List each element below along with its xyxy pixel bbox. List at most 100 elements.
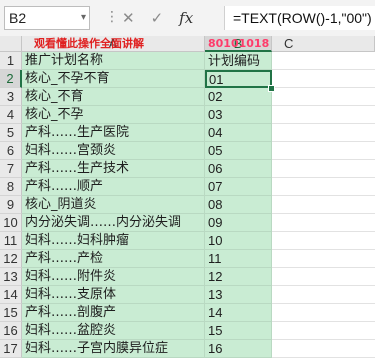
cell-b[interactable]: 13	[205, 286, 272, 304]
cell-b[interactable]: 12	[205, 268, 272, 286]
cell-a[interactable]: 内分泌失调……内分泌失调	[22, 214, 205, 232]
row-header[interactable]: 13	[0, 268, 22, 286]
row-header[interactable]: 1	[0, 52, 22, 70]
cell-c[interactable]	[272, 178, 375, 196]
cell-a[interactable]: 核心_不孕	[22, 106, 205, 124]
table-row: 5 产科……生产医院 04	[0, 124, 375, 142]
select-all-corner[interactable]	[0, 36, 22, 52]
row-header[interactable]: 15	[0, 304, 22, 322]
table-row: 11 妇科……妇科肿瘤 10	[0, 232, 375, 250]
table-row: 1 推广计划名称 计划编码	[0, 52, 375, 70]
cell-a[interactable]: 妇科……宫颈炎	[22, 142, 205, 160]
cell-a[interactable]: 妇科……附件炎	[22, 268, 205, 286]
row-header[interactable]: 9	[0, 196, 22, 214]
cell-b[interactable]: 14	[205, 304, 272, 322]
enter-icon[interactable]: ✓	[151, 9, 164, 27]
cell-c[interactable]	[272, 250, 375, 268]
cell-c[interactable]	[272, 322, 375, 340]
table-row: 14 妇科……支原体 13	[0, 286, 375, 304]
cell-b[interactable]: 15	[205, 322, 272, 340]
cell-c[interactable]	[272, 340, 375, 358]
cell-b[interactable]: 06	[205, 160, 272, 178]
row-header[interactable]: 2	[0, 70, 22, 88]
row-header[interactable]: 3	[0, 88, 22, 106]
cell-a[interactable]: 妇科……子宫内膜异位症	[22, 340, 205, 358]
formula-icons: ✕ ✓ fx	[122, 6, 193, 30]
table-row: 9 核心_阴道炎 08	[0, 196, 375, 214]
cell-b[interactable]: 05	[205, 142, 272, 160]
row-header[interactable]: 8	[0, 178, 22, 196]
cell-c[interactable]	[272, 88, 375, 106]
row-header[interactable]: 17	[0, 340, 22, 358]
cell-b[interactable]: 11	[205, 250, 272, 268]
table-row: 16 妇科……盆腔炎 15	[0, 322, 375, 340]
cell-a[interactable]: 妇科……盆腔炎	[22, 322, 205, 340]
row-header[interactable]: 10	[0, 214, 22, 232]
cell-b[interactable]: 03	[205, 106, 272, 124]
cell-a[interactable]: 产科……剖腹产	[22, 304, 205, 322]
row-header[interactable]: 4	[0, 106, 22, 124]
cell-c[interactable]	[272, 232, 375, 250]
cell-a[interactable]: 核心_不育	[22, 88, 205, 106]
table-row: 2 核心_不孕不育 01	[0, 70, 375, 88]
cell-a[interactable]: 核心_阴道炎	[22, 196, 205, 214]
row-header[interactable]: 11	[0, 232, 22, 250]
table-row: 8 产科……顺产 07	[0, 178, 375, 196]
table-row: 10 内分泌失调……内分泌失调 09	[0, 214, 375, 232]
table-row: 17 妇科……子宫内膜异位症 16	[0, 340, 375, 358]
cancel-icon[interactable]: ✕	[122, 9, 135, 27]
cell-c[interactable]	[272, 196, 375, 214]
table-row: 6 妇科……宫颈炎 05	[0, 142, 375, 160]
cell-a[interactable]: 妇科……妇科肿瘤	[22, 232, 205, 250]
cell-a[interactable]: 产科……生产医院	[22, 124, 205, 142]
cell-c[interactable]	[272, 142, 375, 160]
formula-input[interactable]: =TEXT(ROW()-1,"00")	[224, 6, 375, 30]
cell-c[interactable]	[272, 52, 375, 70]
insert-function-icon[interactable]: fx	[179, 9, 193, 27]
cell-a[interactable]: 产科……顺产	[22, 178, 205, 196]
table-row: 15 产科……剖腹产 14	[0, 304, 375, 322]
active-cell-b[interactable]: 01	[205, 70, 272, 88]
formula-bar: B2 ▾ ⋮ ✕ ✓ fx =TEXT(ROW()-1,"00")	[0, 0, 375, 37]
row-header[interactable]: 6	[0, 142, 22, 160]
table-row: 12 产科……产检 11	[0, 250, 375, 268]
cell-c[interactable]	[272, 106, 375, 124]
row-header[interactable]: 14	[0, 286, 22, 304]
cell-a[interactable]: 产科……生产技术	[22, 160, 205, 178]
overlay-banner-right: 80101018	[208, 37, 270, 50]
cell-c[interactable]	[272, 304, 375, 322]
cell-b[interactable]: 09	[205, 214, 272, 232]
row-header[interactable]: 12	[0, 250, 22, 268]
cell-a[interactable]: 核心_不孕不育	[22, 70, 205, 88]
cell-b[interactable]: 07	[205, 178, 272, 196]
cell-b[interactable]: 04	[205, 124, 272, 142]
cell-c[interactable]	[272, 286, 375, 304]
table-row: 13 妇科……附件炎 12	[0, 268, 375, 286]
cell-c[interactable]	[272, 160, 375, 178]
cell-b[interactable]: 08	[205, 196, 272, 214]
spreadsheet-grid: A B C 观看懂此操作全面讲解 80101018 1 推广计划名称 计划编码 2 核心…	[0, 36, 375, 358]
name-box-value: B2	[9, 10, 27, 26]
name-box[interactable]: B2 ▾	[4, 6, 90, 30]
row-header[interactable]: 5	[0, 124, 22, 142]
cell-c[interactable]	[272, 268, 375, 286]
cell-b[interactable]: 10	[205, 232, 272, 250]
more-options-icon[interactable]: ⋮	[105, 8, 119, 26]
table-row: 4 核心_不孕 03	[0, 106, 375, 124]
cell-c[interactable]	[272, 214, 375, 232]
cell-b[interactable]: 16	[205, 340, 272, 358]
table-row: 3 核心_不育 02	[0, 88, 375, 106]
cell-a[interactable]: 妇科……支原体	[22, 286, 205, 304]
cell-a[interactable]: 推广计划名称	[22, 52, 205, 70]
fill-handle[interactable]	[268, 85, 275, 92]
row-header[interactable]: 16	[0, 322, 22, 340]
overlay-banner-left: 观看懂此操作全面讲解	[34, 37, 144, 50]
table-row: 7 产科……生产技术 06	[0, 160, 375, 178]
name-box-dropdown-icon[interactable]: ▾	[81, 7, 86, 29]
cell-a[interactable]: 产科……产检	[22, 250, 205, 268]
row-header[interactable]: 7	[0, 160, 22, 178]
cell-b[interactable]: 02	[205, 88, 272, 106]
cell-b[interactable]: 计划编码	[205, 52, 272, 70]
cell-c[interactable]	[272, 70, 375, 88]
cell-c[interactable]	[272, 124, 375, 142]
